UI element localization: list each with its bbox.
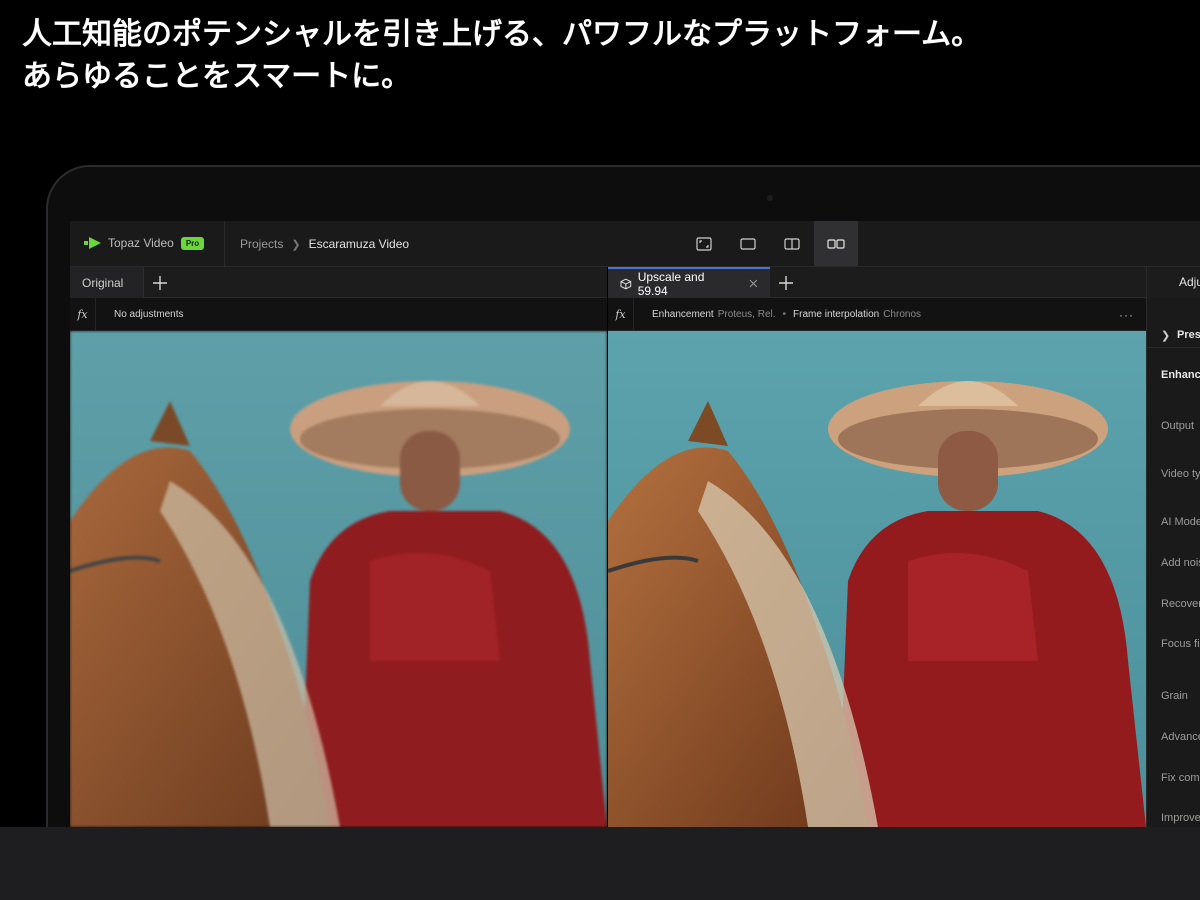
top-bar-divider [224,221,225,267]
add-tab-button[interactable] [144,267,176,298]
rider-image-original [70,331,607,827]
fx-item-enhancement[interactable]: Enhancement Proteus, Rel. [652,309,776,320]
setting-output[interactable]: Output [1161,420,1194,432]
headline-line-2: あらゆることをスマートに。 [22,59,412,94]
no-adjustments-label: No adjustments [114,308,184,320]
chevron-right-icon: ❯ [291,238,301,251]
fullscreen-icon [696,236,712,251]
rider-image-enhanced [608,331,1146,827]
pro-badge: Pro [180,236,205,250]
cube-icon [620,278,632,289]
fx-item-value: Chronos [883,308,922,320]
tab-original[interactable]: Original [70,267,144,298]
fx-item-key: Enhancement [652,308,714,320]
tab-upscale[interactable]: Upscale and 59.94 [608,267,770,298]
app-logo[interactable]: Topaz Video Pro [84,236,205,250]
single-view-icon [740,237,756,250]
plus-icon [779,275,793,290]
setting-add-noise[interactable]: Add noise [1161,557,1200,569]
fx-item-frame-interpolation[interactable]: Frame interpolation Chronos [793,309,921,320]
app-name: Topaz Video [108,236,174,250]
original-video-frame[interactable] [70,331,607,827]
headline-line-1: 人工知能のポテンシャルを引き上げる、パワフルなプラットフォーム。 [22,17,982,52]
close-icon[interactable] [749,279,758,288]
laptop-base [0,827,1200,900]
chevron-right-icon[interactable]: ❯ [1161,329,1170,342]
setting-grain[interactable]: Grain [1161,690,1188,702]
setting-advanced[interactable]: Advanced [1161,731,1200,743]
laptop-camera [767,195,773,201]
adjustments-header[interactable]: Adjustments [1147,267,1200,298]
setting-fix-compression[interactable]: Fix compression [1161,772,1200,784]
enhanced-video-frame[interactable] [608,331,1146,827]
split-view-icon [784,237,800,250]
original-tab-row: Original [70,267,607,298]
setting-recover[interactable]: Recover [1161,598,1200,610]
view-mode-group [682,221,858,266]
enhancement-section[interactable]: Enhancement [1161,369,1200,381]
enhanced-tab-row: Upscale and 59.94 [608,267,1146,298]
breadcrumb: Projects ❯ Escaramuza Video [240,237,409,251]
view-single-button[interactable] [726,221,770,266]
fx-item-key: Frame interpolation [793,308,880,320]
enhanced-panel: Upscale and 59.94 fx Enhancement Proteus,… [608,267,1146,827]
fx-icon[interactable]: fx [70,297,96,331]
more-options-button[interactable]: ··· [1119,308,1134,322]
view-fullscreen-button[interactable] [682,221,726,266]
add-tab-button[interactable] [770,267,802,298]
original-fx-row: fx No adjustments [70,297,607,331]
adjustments-title: Adjustments [1179,275,1200,289]
app-window: Topaz Video Pro Projects ❯ Escaramuza Vi… [70,221,1200,827]
fx-icon[interactable]: fx [608,297,634,331]
adjustments-panel: Adjustments ❯ Presets Enhancement Output… [1146,267,1200,827]
setting-video-type[interactable]: Video type [1161,468,1200,480]
side-by-side-icon [827,238,845,249]
plus-icon [153,275,167,290]
top-bar: Topaz Video Pro Projects ❯ Escaramuza Vi… [70,221,1200,267]
fx-separator: • [782,308,787,320]
breadcrumb-projects[interactable]: Projects [240,237,283,251]
setting-improve[interactable]: Improve [1161,812,1200,824]
headline: 人工知能のポテンシャルを引き上げる、パワフルなプラットフォーム。 あらゆることを… [22,14,1182,98]
fx-item-value: Proteus, Rel. [717,308,776,320]
presets-toggle[interactable]: Presets [1177,329,1200,341]
tab-upscale-label: Upscale and 59.94 [637,269,705,298]
view-split-button[interactable] [770,221,814,266]
view-side-by-side-button[interactable] [814,221,858,266]
tab-original-label: Original [82,275,124,290]
breadcrumb-current: Escaramuza Video [308,237,410,251]
panel-divider [1147,347,1200,348]
setting-ai-model[interactable]: AI Model [1161,516,1200,528]
topaz-logo-icon [84,237,101,249]
enhanced-fx-row: fx Enhancement Proteus, Rel. • Frame inte… [608,297,1146,331]
setting-focus-fix[interactable]: Focus fix [1161,638,1200,650]
original-panel: Original fx No adjustments [70,267,607,827]
